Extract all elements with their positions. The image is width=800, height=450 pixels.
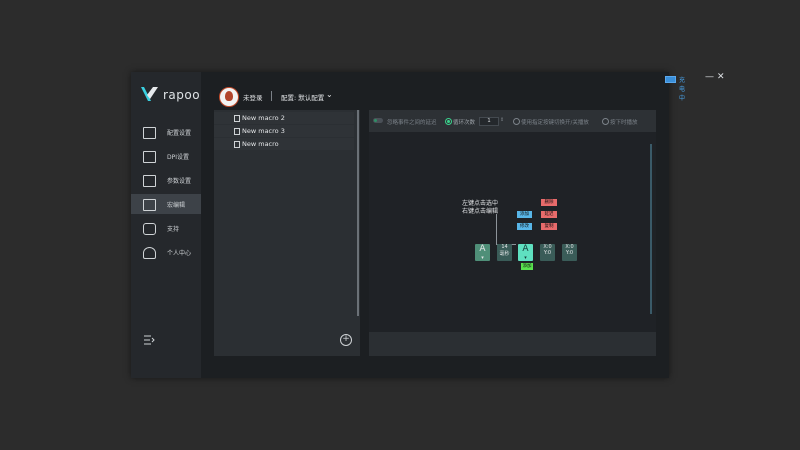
loop-radio[interactable] — [445, 118, 452, 125]
key-label: A — [479, 244, 486, 254]
list-item[interactable]: New macro 2 — [214, 112, 354, 124]
loop-count-input[interactable]: 1 — [479, 117, 499, 126]
toggle-mode-label: 使用指定按键切换开/关播放 — [521, 120, 589, 126]
sidebar-item-macro[interactable]: 宏编辑 — [131, 194, 201, 214]
macro-name: New macro 2 — [242, 114, 285, 122]
avatar[interactable] — [219, 87, 239, 107]
dpi-icon — [143, 151, 156, 163]
file-icon — [234, 141, 240, 148]
rapoo-logo-icon — [141, 87, 158, 101]
context-modify[interactable]: 修改 — [517, 223, 532, 230]
sidebar-item-label: DPI设置 — [167, 154, 190, 161]
key-direction: ▾ — [481, 255, 484, 261]
divider — [271, 91, 272, 101]
charging-status: 充电中 — [679, 77, 686, 102]
context-copy[interactable]: 复制 — [541, 223, 557, 230]
sidebar-item-label: 配置设置 — [167, 130, 192, 137]
top-bar: 未登录 配置: 默认配置 ⌄ 充电中 — ✕ — [201, 72, 725, 110]
hint-pointer — [496, 214, 497, 244]
editor-toolbar: 忽略事件之间的延迟 循环次数 1 ⇕ 使用指定按键切换开/关播放 按下时播放 — [369, 114, 656, 128]
key-up-node-selected[interactable]: A ▾ — [518, 244, 533, 261]
key-label: A — [522, 244, 529, 254]
node-add-tag[interactable]: 添加 — [521, 263, 533, 270]
sidebar-item-profile[interactable]: 个人中心 — [131, 242, 201, 262]
ignore-delay-label: 忽略事件之间的延迟 — [387, 120, 437, 126]
sidebar-item-label: 个人中心 — [167, 250, 192, 257]
macro-name: New macro — [242, 140, 279, 148]
user-icon — [143, 247, 156, 259]
brand-name: rapoo — [163, 88, 201, 102]
context-delete[interactable]: 删除 — [541, 199, 557, 206]
sidebar-item-label: 支持 — [167, 226, 180, 233]
scrollbar[interactable] — [650, 144, 652, 314]
delay-unit: 毫秒 — [499, 251, 510, 257]
sidebar-item-dpi[interactable]: DPI设置 — [131, 146, 201, 166]
close-button[interactable]: ✕ — [717, 72, 725, 82]
sidebar: rapoo 配置设置 DPI设置 参数设置 宏编辑 支持 个人中心 — [131, 72, 201, 378]
params-icon — [143, 175, 156, 187]
context-delay[interactable]: 延迟 — [541, 211, 557, 218]
list-item[interactable]: New macro — [214, 138, 354, 150]
sidebar-item-params[interactable]: 参数设置 — [131, 170, 201, 190]
app-window: rapoo 配置设置 DPI设置 参数设置 宏编辑 支持 个人中心 未登录 配置… — [131, 72, 725, 378]
hint-right-click: 右键点击编辑 — [462, 208, 499, 215]
file-icon — [234, 128, 240, 135]
coord-y: Y:0 — [543, 250, 552, 256]
macro-list-panel: New macro 2 New macro 3 New macro + — [214, 110, 360, 356]
macro-editor: 忽略事件之间的延迟 循环次数 1 ⇕ 使用指定按键切换开/关播放 按下时播放 左… — [369, 110, 656, 356]
list-item[interactable]: New macro 3 — [214, 125, 354, 137]
menu-collapse-icon[interactable] — [143, 335, 155, 345]
hold-mode-radio[interactable] — [602, 118, 609, 125]
key-direction: ▾ — [524, 255, 527, 261]
sidebar-item-config[interactable]: 配置设置 — [131, 122, 201, 142]
config-selector-label[interactable]: 配置: 默认配置 — [281, 92, 324, 102]
loop-count-label: 循环次数 — [453, 120, 476, 126]
toggle-mode-radio[interactable] — [513, 118, 520, 125]
thumbs-up-icon — [143, 223, 156, 235]
ignore-delay-toggle[interactable] — [373, 118, 383, 123]
login-status[interactable]: 未登录 — [243, 92, 263, 102]
config-icon — [143, 127, 156, 139]
delay-node[interactable]: 14 毫秒 — [497, 244, 512, 261]
stepper-icon[interactable]: ⇕ — [500, 117, 504, 123]
macro-name: New macro 3 — [242, 127, 285, 135]
key-down-node[interactable]: A ▾ — [475, 244, 490, 261]
minimize-button[interactable]: — — [705, 72, 714, 82]
sidebar-item-label: 宏编辑 — [167, 202, 186, 209]
coord-y: Y:0 — [565, 250, 574, 256]
sidebar-item-support[interactable]: 支持 — [131, 218, 201, 238]
file-icon — [234, 115, 240, 122]
macro-canvas[interactable]: 左键点击选中 右键点击编辑 添加 修改 删除 延迟 复制 A ▾ 14 毫秒 A… — [369, 132, 656, 332]
usage-hint: 左键点击选中 右键点击编辑 — [462, 200, 498, 216]
macro-icon — [143, 199, 156, 211]
hint-left-click: 左键点击选中 — [462, 200, 499, 207]
battery-icon — [665, 76, 676, 83]
add-macro-button[interactable]: + — [340, 334, 352, 346]
hold-mode-label: 按下时播放 — [610, 120, 638, 126]
mouse-move-node[interactable]: X:0 Y:0 — [540, 244, 555, 261]
context-add[interactable]: 添加 — [517, 211, 532, 218]
sidebar-item-label: 参数设置 — [167, 178, 192, 185]
chevron-down-icon[interactable]: ⌄ — [326, 90, 333, 99]
scrollbar[interactable] — [357, 110, 359, 316]
mouse-move-node[interactable]: X:0 Y:0 — [562, 244, 577, 261]
editor-footer — [369, 332, 656, 356]
